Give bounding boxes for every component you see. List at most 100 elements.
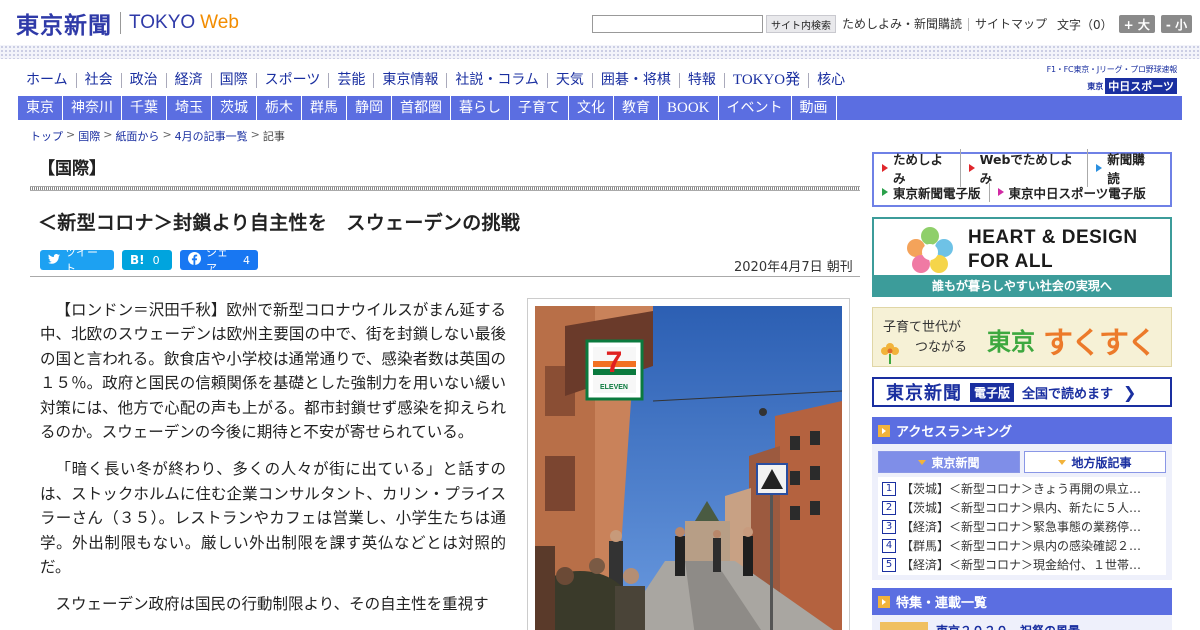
breadcrumb-international[interactable]: 国際 [78,128,100,144]
rank-title: 【茨城】＜新型コロナ＞きょう再開の県立… [901,482,1142,496]
rank-number: 1 [882,481,896,496]
nav-item-politics[interactable]: 政治 [120,72,166,88]
subnav-item-tochigi[interactable]: 栃木 [257,96,302,120]
trial-read-link[interactable]: ためしよみ [882,149,961,187]
nav-item-tokuho[interactable]: 特報 [678,72,724,88]
chunichi-sports-digital-link[interactable]: 東京中日スポーツ電子版 [997,183,1154,202]
subnav-item-shutoken[interactable]: 首都圏 [392,96,451,120]
logo-divider [120,12,121,34]
logo-jp-text: 東京新聞 [16,12,112,39]
article-photo[interactable]: 7 ELEVEN [535,306,842,630]
logo-web-text: Web [200,12,239,33]
subnav-item-ibaraki[interactable]: 茨城 [212,96,257,120]
article-headline: ＜新型コロナ＞封鎖より自主性を スウェーデンの挑戦 [38,212,521,234]
breadcrumb-april-list[interactable]: 4月の記事一覧 [175,128,248,144]
logo-en-text: TOKYO [129,12,196,33]
hatena-bookmark-button[interactable]: B! 0 [122,250,172,270]
ranking-tabs: 東京新聞 地方版記事 [878,451,1166,473]
tab-tokyo-shimbun[interactable]: 東京新聞 [878,451,1020,473]
ranking-item[interactable]: 2 【茨城】＜新型コロナ＞県内、新たに５人… [882,498,1162,517]
subnav-item-education[interactable]: 教育 [614,96,659,120]
rank-title: 【経済】＜新型コロナ＞現金給付、１世帯… [901,558,1142,572]
article-date: 2020年4月7日 朝刊 [734,260,853,275]
subnav-item-saitama[interactable]: 埼玉 [167,96,212,120]
subnav-item-culture[interactable]: 文化 [569,96,614,120]
chunichi-sports-logo[interactable]: F1・FC東京・Jリーグ・プロ野球速報 東京 中日スポーツ [1027,64,1177,94]
facebook-share-button[interactable]: シェア 4 [180,246,258,275]
article-body: 【ロンドン＝沢田千秋】欧州で新型コロナウイルスがまん延する中、北欧のスウェーデン… [40,298,506,630]
text-size-decrease-button[interactable]: - 小 [1160,15,1193,33]
heart-banner-footer: 誰もが暮らしやすい社会の実現へ [874,275,1170,295]
breadcrumb-separator: > [66,128,76,141]
search-button[interactable]: サイト内検索 [766,15,836,33]
features-header: 特集・連載一覧 [872,588,1172,615]
arrow-right-icon [968,164,975,172]
hatena-count: 0 [152,253,160,267]
article-paragraph: 【ロンドン＝沢田千秋】欧州で新型コロナウイルスがまん延する中、北欧のスウェーデン… [40,301,506,442]
rank-title: 【茨城】＜新型コロナ＞県内、新たに５人… [901,501,1142,515]
site-header: 東京新聞 TOKYO Web サイト内検索 ためしよみ・新聞購読 サイトマップ … [0,0,1200,46]
nav-item-weather[interactable]: 天気 [546,72,592,88]
tab-local-articles[interactable]: 地方版記事 [1024,451,1166,473]
digital-edition-label: 東京新聞電子版 [893,185,981,201]
subnav-item-kanagawa[interactable]: 神奈川 [63,96,122,120]
subnav-item-video[interactable]: 動画 [792,96,837,120]
nav-item-tokyo-info[interactable]: 東京情報 [373,72,446,88]
nav-item-economy[interactable]: 経済 [165,72,211,88]
nav-item-tokyo-hatsu[interactable]: TOKYO発 [723,72,808,88]
subnav-item-shizuoka[interactable]: 静岡 [347,96,392,120]
text-size-increase-button[interactable]: + 大 [1118,15,1155,33]
feature-thumbnail [880,622,928,630]
tweet-button[interactable]: ツイート [40,246,114,275]
heart-design-banner[interactable]: HEART & DESIGN FOR ALL 誰もが暮らしやすい社会の実現へ [872,217,1172,297]
sidebar-quick-links: ためしよみ Webでためしよみ 新聞購読 東京新聞電子版 東京中日スポーツ電子版 [872,149,1172,207]
subnav-item-book[interactable]: BOOK [659,96,719,120]
sukusuku-text-4: すくすく [1043,326,1157,361]
breadcrumb-top[interactable]: トップ [30,128,63,144]
ranking-item[interactable]: 5 【経済】＜新型コロナ＞現金給付、１世帯… [882,555,1162,574]
arrow-right-icon [1096,164,1103,172]
tokyo-sukusuku-banner[interactable]: 子育て世代が つながる 東京 すくすく [872,307,1172,367]
stockholm-street-photo: 7 ELEVEN [535,306,842,630]
nav-item-kakushin[interactable]: 核心 [808,72,853,88]
sports-logo-main: 中日スポーツ [1105,78,1177,94]
digital-edition-banner[interactable]: 東京新聞 電子版 全国で読めます ❯ [872,377,1172,407]
nav-item-entertainment[interactable]: 芸能 [328,72,373,88]
sports-logo-tagline: F1・FC東京・Jリーグ・プロ野球速報 [1046,65,1178,74]
subscribe-link-sidebar[interactable]: 新聞購読 [1096,149,1162,187]
subnav-item-event[interactable]: イベント [719,96,792,120]
social-buttons: ツイート B! 0 シェア 4 [40,246,266,275]
subnav-item-living[interactable]: 暮らし [451,96,510,120]
subnav-item-tokyo[interactable]: 東京 [18,96,63,120]
nav-item-sports[interactable]: スポーツ [255,72,329,88]
site-logo[interactable]: 東京新聞 TOKYO Web [16,8,239,39]
nav-item-editorial[interactable]: 社説・コラム [446,72,547,88]
section-title: 【国際】 [38,159,106,179]
subnav-item-chiba[interactable]: 千葉 [122,96,167,120]
digital-edition-link[interactable]: 東京新聞電子版 [882,182,990,202]
rank-number: 5 [882,557,896,572]
feature-item[interactable]: 東京２０２０ 祝祭の風景 [880,622,1164,630]
nav-item-igo-shogi[interactable]: 囲碁・将棋 [591,72,679,88]
ranking-item[interactable]: 4 【群馬】＜新型コロナ＞県内の感染確認２… [882,536,1162,555]
article-paragraph: スウェーデン政府は国民の行動制限より、その自主性を重視す [55,595,489,614]
subnav-item-gunma[interactable]: 群馬 [302,96,347,120]
subnav-item-parenting[interactable]: 子育て [510,96,569,120]
ranking-item[interactable]: 1 【茨城】＜新型コロナ＞きょう再開の県立… [882,479,1162,498]
nav-item-home[interactable]: ホーム [18,72,76,88]
digital-banner-cta: 全国で読めます [1022,386,1114,402]
nav-item-society[interactable]: 社会 [75,72,121,88]
main-nav: ホーム 社会 政治 経済 国際 スポーツ 芸能 東京情報 社説・コラム 天気 囲… [18,70,853,90]
sitemap-link[interactable]: サイトマップ [975,17,1053,31]
web-trial-read-link[interactable]: Webでためしよみ [968,149,1089,187]
subscribe-link[interactable]: ためしよみ・新聞購読 [842,17,970,31]
flower-logo-icon [907,227,953,273]
search-input[interactable] [592,15,763,33]
breadcrumb-print[interactable]: 紙面から [115,128,159,144]
nav-item-international[interactable]: 国際 [210,72,256,88]
play-square-icon [878,595,890,608]
trial-read-label: ためしよみ [893,152,944,186]
ranking-item[interactable]: 3 【経済】＜新型コロナ＞緊急事態の業務停… [882,517,1162,536]
chevron-right-icon: ❯ [1123,382,1137,402]
date-divider [30,276,860,277]
